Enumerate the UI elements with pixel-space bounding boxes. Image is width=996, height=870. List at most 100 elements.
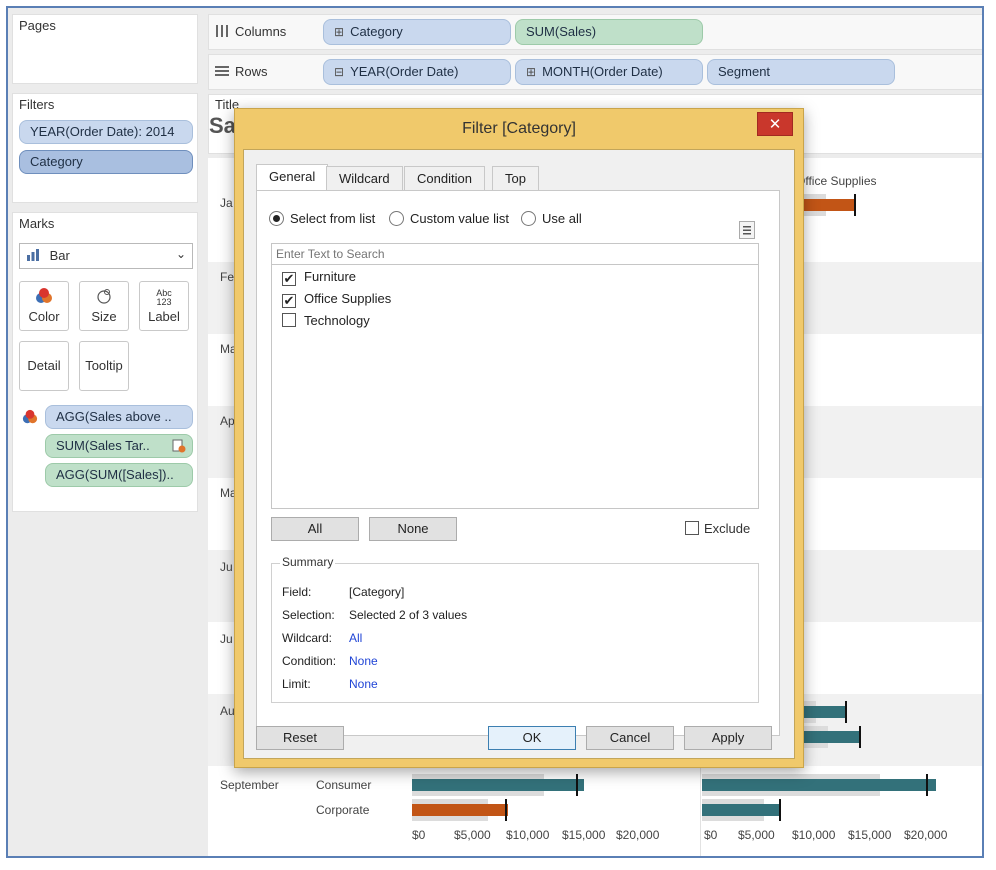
axis-tick-label: $20,000 <box>904 828 948 842</box>
summary-selection-label: Selection: <box>282 608 335 622</box>
detail-button[interactable]: Detail <box>19 341 69 391</box>
none-button[interactable]: None <box>369 517 457 541</box>
summary-selection-value: Selected 2 of 3 values <box>349 608 468 622</box>
summary-condition-link[interactable]: None <box>349 654 378 668</box>
axis-tick-label: $10,000 <box>792 828 836 842</box>
mark-field-sales-above[interactable]: AGG(Sales above .. <box>45 405 193 429</box>
month-label: Ju <box>220 632 233 646</box>
list-item-label: Furniture <box>304 269 357 284</box>
radio-selected-indicator <box>269 211 284 226</box>
all-button[interactable]: All <box>271 517 359 541</box>
target-tick <box>779 799 781 821</box>
apply-button[interactable]: Apply <box>684 726 772 750</box>
rows-label-text: Rows <box>235 64 268 79</box>
color-button[interactable]: Color <box>19 281 69 331</box>
month-label: Ju <box>220 560 233 574</box>
collapse-icon: ⊟ <box>334 65 345 79</box>
radio-use-all[interactable]: Use all <box>521 211 582 226</box>
radio-use-all-label: Use all <box>542 211 582 226</box>
color-icon <box>20 287 68 309</box>
radio-custom-value-list[interactable]: Custom value list <box>389 211 509 226</box>
tableau-window: Pages Filters YEAR(Order Date): 2014 Cat… <box>6 6 984 858</box>
axis-tick-label: $0 <box>704 828 718 842</box>
list-item-technology[interactable]: Technology <box>282 313 370 333</box>
worksheet-title: Sa <box>209 113 236 138</box>
rows-icon <box>215 65 229 77</box>
month-label: Ap <box>220 414 235 428</box>
columns-pill-category-label: Category <box>350 24 403 39</box>
summary-wildcard-label: Wildcard: <box>282 631 333 645</box>
mark-field-sum-sales[interactable]: AGG(SUM([Sales]).. <box>45 463 193 487</box>
sales-bar <box>702 804 780 816</box>
summary-group: Summary Field: [Category] Selection: Sel… <box>271 555 759 703</box>
target-tick <box>854 194 856 216</box>
month-label-september: September <box>220 778 279 792</box>
cancel-button[interactable]: Cancel <box>586 726 674 750</box>
label-button[interactable]: Abc 123 Label <box>139 281 189 331</box>
checkbox-checked[interactable]: ✔ <box>282 294 296 308</box>
list-item-label: Office Supplies <box>304 291 392 306</box>
reset-button[interactable]: Reset <box>256 726 344 750</box>
target-tick <box>926 774 928 796</box>
columns-pill-category[interactable]: ⊞ Category <box>323 19 511 45</box>
target-tick <box>845 701 847 723</box>
list-item-furniture[interactable]: ✔ Furniture <box>282 269 356 289</box>
checkbox-checked[interactable]: ✔ <box>282 272 296 286</box>
radio-indicator <box>521 211 536 226</box>
exclude-label: Exclude <box>704 521 751 536</box>
label-label: Label <box>148 309 180 324</box>
radio-select-from-list-label: Select from list <box>290 211 376 226</box>
radio-select-from-list[interactable]: Select from list <box>269 211 375 226</box>
label-icon: Abc 123 <box>140 287 188 309</box>
color-field-icon <box>21 409 39 428</box>
columns-label-text: Columns <box>235 24 287 39</box>
summary-wildcard-link[interactable]: All <box>349 631 362 645</box>
detail-label: Detail <box>27 358 61 373</box>
tab-wildcard[interactable]: Wildcard <box>326 166 403 190</box>
general-tab-panel: Select from list Custom value list Use a… <box>256 190 780 736</box>
filter-pill-category[interactable]: Category <box>19 150 193 174</box>
rows-pill-month[interactable]: ⊞ MONTH(Order Date) <box>515 59 703 85</box>
sales-bar <box>798 706 846 718</box>
columns-pill-sum-sales-label: SUM(Sales) <box>526 24 597 39</box>
exclude-checkbox[interactable]: Exclude <box>685 521 750 536</box>
filter-dialog: Filter [Category] ✕ General Wildcard Con… <box>234 108 804 768</box>
mark-field-sales-target-label: SUM(Sales Tar.. <box>56 438 150 453</box>
mark-type-select[interactable]: Bar ⌄ <box>19 243 193 269</box>
filter-pill-year[interactable]: YEAR(Order Date): 2014 <box>19 120 193 144</box>
month-label: Fe <box>220 270 235 284</box>
tab-condition[interactable]: Condition <box>404 166 485 190</box>
marks-card: Marks Bar ⌄ Color Size Abc 123 Label Det… <box>12 212 198 512</box>
rows-shelf: Rows ⊟ YEAR(Order Date) ⊞ MONTH(Order Date… <box>208 54 982 90</box>
checkbox-unchecked[interactable] <box>282 313 296 327</box>
sales-bar <box>702 779 936 791</box>
marks-title: Marks <box>19 216 55 231</box>
size-button[interactable]: Size <box>79 281 129 331</box>
summary-title: Summary <box>280 555 336 569</box>
summary-limit-link[interactable]: None <box>349 677 378 691</box>
tab-general[interactable]: General <box>256 164 329 190</box>
radio-custom-value-list-label: Custom value list <box>410 211 509 226</box>
rows-pill-year-label: YEAR(Order Date) <box>350 64 459 79</box>
label-icon-bottom: 123 <box>156 297 172 307</box>
summary-limit-label: Limit: <box>282 677 311 691</box>
columns-shelf: Columns ⊞ Category SUM(Sales) <box>208 14 982 50</box>
filters-card: Filters YEAR(Order Date): 2014 Category <box>12 93 198 203</box>
close-icon[interactable]: ✕ <box>757 112 793 136</box>
list-item-office-supplies[interactable]: ✔ Office Supplies <box>282 291 391 311</box>
rows-pill-segment[interactable]: Segment <box>707 59 895 85</box>
sales-bar <box>798 199 854 211</box>
columns-pill-sum-sales[interactable]: SUM(Sales) <box>515 19 703 45</box>
segment-label-corporate: Corporate <box>316 803 370 817</box>
tooltip-button[interactable]: Tooltip <box>79 341 129 391</box>
tab-top[interactable]: Top <box>492 166 539 190</box>
list-menu-icon[interactable] <box>739 221 755 239</box>
ok-button[interactable]: OK <box>488 726 576 750</box>
search-input[interactable] <box>271 243 759 265</box>
mark-field-sales-target[interactable]: SUM(Sales Tar.. <box>45 434 193 458</box>
sales-bar <box>412 779 584 791</box>
reference-line-icon <box>172 439 186 456</box>
filter-pill-category-label: Category <box>30 154 83 169</box>
rows-pill-year[interactable]: ⊟ YEAR(Order Date) <box>323 59 511 85</box>
axis-tick-label: $15,000 <box>562 828 606 842</box>
